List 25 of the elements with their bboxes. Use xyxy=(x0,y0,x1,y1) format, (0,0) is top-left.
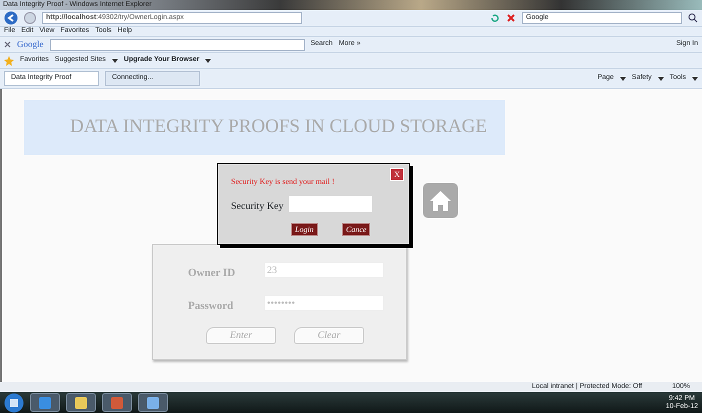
home-icon[interactable] xyxy=(423,183,458,218)
forward-icon[interactable] xyxy=(24,12,36,24)
caret-icon[interactable] xyxy=(692,76,698,80)
page-heading: DATA INTEGRITY PROOFS IN CLOUD STORAGE xyxy=(24,100,505,155)
dialog-message: Security Key is send your mail ! xyxy=(231,176,335,188)
google-logo: Google xyxy=(17,38,44,51)
field-label: Security Key xyxy=(231,200,284,214)
field-label: Password xyxy=(188,299,234,314)
security-key-field[interactable] xyxy=(289,196,372,212)
dialog-button[interactable]: Cance xyxy=(342,223,370,236)
close-icon[interactable] xyxy=(4,41,11,48)
dialog-button[interactable]: Login xyxy=(291,223,318,236)
caret-icon[interactable] xyxy=(112,58,118,62)
refresh-icon[interactable] xyxy=(490,13,500,23)
star-icon[interactable] xyxy=(4,56,14,66)
caret-icon[interactable] xyxy=(658,76,664,80)
search-icon[interactable] xyxy=(688,13,698,23)
close-button[interactable]: X xyxy=(390,168,404,181)
start-button[interactable] xyxy=(4,392,24,412)
stop-icon[interactable] xyxy=(506,13,516,23)
caret-icon[interactable] xyxy=(205,58,212,62)
google-search-field[interactable] xyxy=(50,38,304,50)
caret-icon[interactable] xyxy=(620,76,626,80)
back-icon[interactable] xyxy=(4,11,18,25)
field-label: Owner ID xyxy=(188,266,236,281)
